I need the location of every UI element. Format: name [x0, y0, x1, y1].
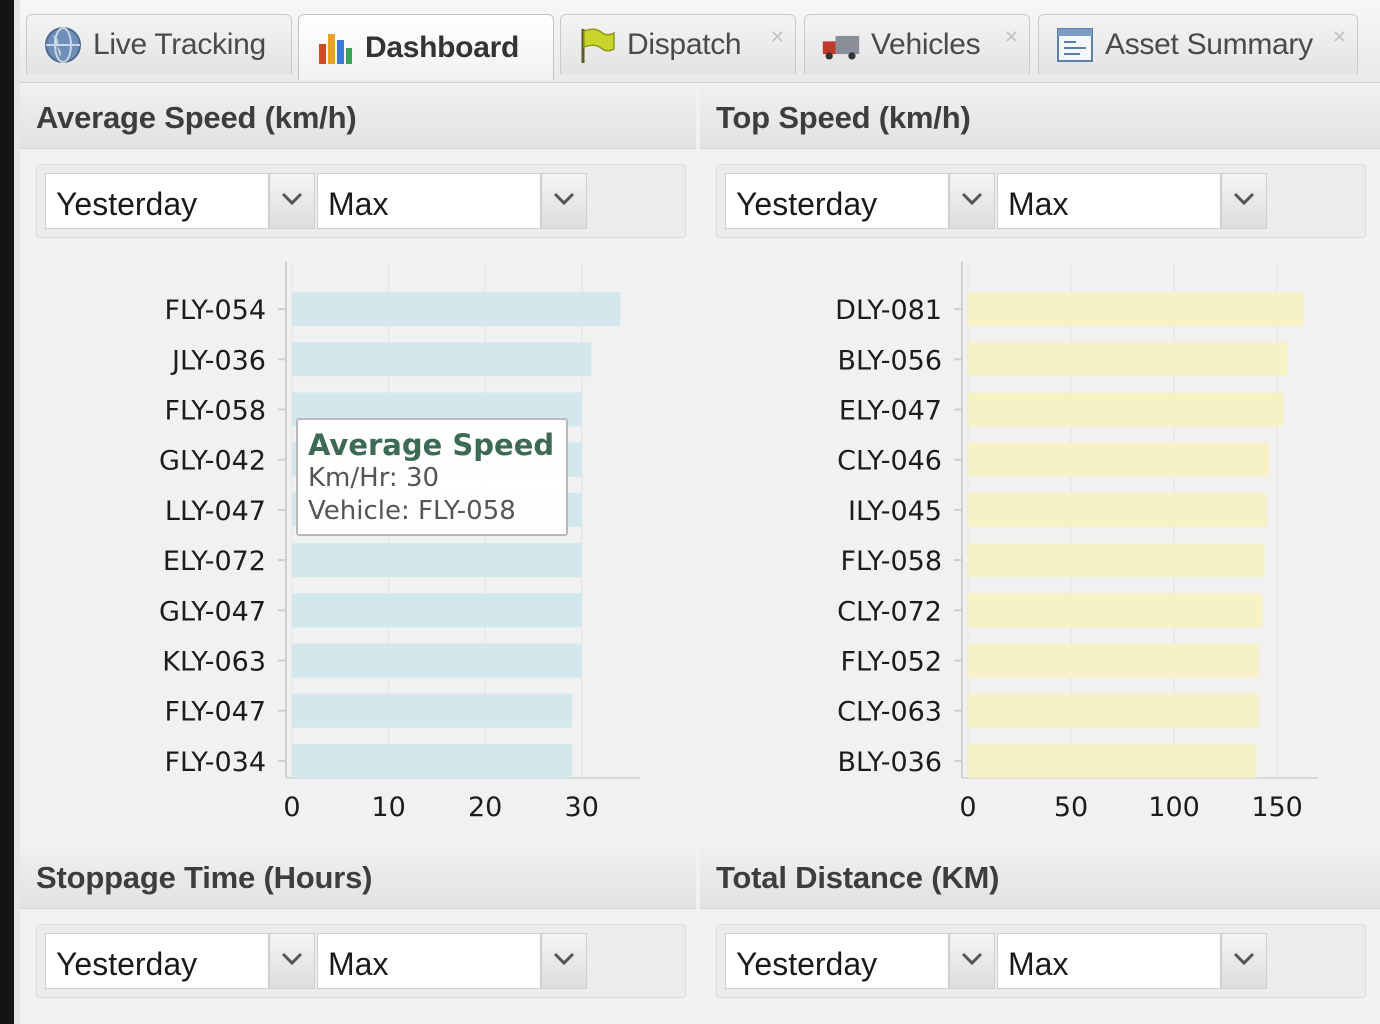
filter-toolbar: Yesterday Max [36, 924, 686, 998]
tab-dashboard[interactable]: Dashboard [298, 14, 554, 80]
bar[interactable] [968, 292, 1304, 327]
x-tick-label: 10 [371, 792, 405, 823]
period-select-value: Yesterday [56, 946, 198, 982]
bar[interactable] [968, 743, 1257, 778]
category-label: CLY-072 [837, 596, 942, 627]
category-label: JLY-036 [170, 345, 266, 376]
category-label: FLY-052 [840, 647, 942, 678]
category-label: DLY-081 [835, 295, 942, 326]
tab-vehicles[interactable]: Vehicles ✕ [804, 14, 1030, 74]
category-label: CLY-063 [837, 697, 942, 728]
tab-bar: Live Tracking Dashboard Dispatch ✕ Vehic… [20, 0, 1380, 83]
panel-header: Total Distance (KM) [700, 846, 1380, 909]
metric-select-value: Max [328, 946, 389, 982]
tab-label: Asset Summary [1105, 27, 1313, 61]
bar[interactable] [968, 392, 1284, 427]
tab-dispatch[interactable]: Dispatch ✕ [560, 14, 796, 74]
tab-label: Dashboard [365, 30, 519, 64]
close-icon[interactable]: ✕ [1332, 27, 1347, 48]
metric-select[interactable]: Max [997, 933, 1221, 989]
bar[interactable] [292, 693, 573, 728]
chevron-down-icon [281, 952, 303, 971]
chart-tooltip: Average Speed Km/Hr: 30 Vehicle: FLY-058 [296, 418, 568, 536]
top-speed-chart: DLY-081 BLY-056 ELY-047 CLY-046 ILY-045 FLY-0… [835, 262, 1318, 823]
category-label: FLY-054 [164, 295, 266, 326]
metric-dropdown-button[interactable] [1221, 933, 1267, 989]
bar[interactable] [968, 492, 1267, 527]
category-label: FLY-047 [164, 697, 266, 728]
tab-label: Live Tracking [93, 27, 266, 61]
close-icon[interactable]: ✕ [770, 27, 785, 48]
truck-icon [821, 25, 861, 65]
window-frame-edge [0, 0, 14, 1024]
chevron-down-icon [1233, 952, 1255, 971]
x-tick-label: 150 [1251, 792, 1303, 823]
x-tick-label: 50 [1054, 792, 1088, 823]
tooltip-title: Average Speed [308, 428, 555, 462]
chevron-down-icon [961, 952, 983, 971]
x-tick-label: 0 [283, 792, 300, 823]
period-select[interactable]: Yesterday [725, 933, 949, 989]
globe-icon [43, 25, 83, 65]
close-icon[interactable]: ✕ [1004, 27, 1019, 48]
category-label: BLY-056 [837, 345, 942, 376]
bar[interactable] [292, 643, 582, 678]
report-icon [1055, 25, 1095, 65]
category-label: ELY-047 [839, 396, 942, 427]
chevron-down-icon [553, 952, 575, 971]
bar[interactable] [968, 442, 1269, 477]
bar[interactable] [968, 342, 1288, 377]
tooltip-value: Km/Hr: 30 [308, 463, 440, 493]
panel-top-speed: Top Speed (km/h) Yesterday Max DLY-081 BL… [700, 86, 1380, 838]
category-label: FLY-058 [164, 396, 266, 427]
bar[interactable] [292, 743, 573, 778]
period-select[interactable]: Yesterday [45, 933, 269, 989]
period-dropdown-button[interactable] [269, 933, 315, 989]
bar[interactable] [292, 543, 582, 578]
tab-asset-summary[interactable]: Asset Summary ✕ [1038, 14, 1358, 74]
tab-live-tracking[interactable]: Live Tracking [26, 14, 292, 74]
bar-chart-icon [315, 28, 355, 68]
bar[interactable] [292, 593, 582, 628]
period-dropdown-button[interactable] [949, 933, 995, 989]
panel-stoppage-time: Stoppage Time (Hours) Yesterday Max [20, 846, 696, 1024]
filter-toolbar: Yesterday Max [716, 924, 1366, 998]
category-label: FLY-034 [164, 747, 266, 778]
flag-icon [577, 25, 617, 65]
tab-label: Vehicles [871, 27, 981, 61]
bar[interactable] [968, 593, 1263, 628]
x-tick-label: 100 [1148, 792, 1200, 823]
category-label: KLY-063 [162, 647, 266, 678]
panel-title: Total Distance (KM) [716, 860, 1000, 895]
tooltip-vehicle: Vehicle: FLY-058 [308, 496, 516, 526]
bar[interactable] [968, 643, 1259, 678]
category-label: BLY-036 [837, 747, 942, 778]
bar[interactable] [968, 693, 1259, 728]
tab-label: Dispatch [627, 27, 742, 61]
metric-dropdown-button[interactable] [541, 933, 587, 989]
bar[interactable] [292, 342, 592, 377]
metric-select[interactable]: Max [317, 933, 541, 989]
panel-total-distance: Total Distance (KM) Yesterday Max [700, 846, 1380, 1024]
category-label: ELY-072 [163, 546, 266, 577]
bar[interactable] [968, 543, 1265, 578]
x-tick-label: 30 [565, 792, 599, 823]
category-label: ILY-045 [848, 496, 942, 527]
category-label: GLY-047 [159, 596, 266, 627]
panel-header: Stoppage Time (Hours) [20, 846, 696, 909]
panel-title: Stoppage Time (Hours) [36, 860, 373, 895]
category-label: FLY-058 [840, 546, 942, 577]
metric-select-value: Max [1008, 946, 1069, 982]
x-tick-label: 0 [959, 792, 976, 823]
period-select-value: Yesterday [736, 946, 878, 982]
category-label: CLY-046 [837, 446, 942, 477]
x-tick-label: 20 [468, 792, 502, 823]
category-label: GLY-042 [159, 446, 266, 477]
category-label: LLY-047 [165, 496, 266, 527]
bar[interactable] [292, 292, 621, 327]
